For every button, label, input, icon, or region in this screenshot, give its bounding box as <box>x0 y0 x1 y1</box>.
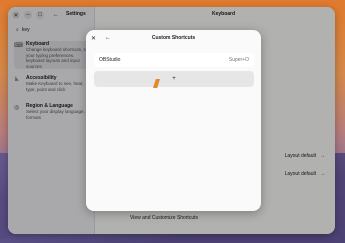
shortcut-name: OBStudio <box>99 57 121 63</box>
custom-shortcuts-dialog: ✕ ← Custom Shortcuts OBStudio Super+O + <box>86 30 261 211</box>
shortcut-row[interactable]: OBStudio Super+O <box>94 53 254 67</box>
dialog-title: Custom Shortcuts <box>151 35 196 41</box>
plus-icon: + <box>172 76 176 82</box>
add-shortcut-button[interactable]: + <box>94 71 254 87</box>
shortcut-accelerator: Super+O <box>228 57 249 63</box>
